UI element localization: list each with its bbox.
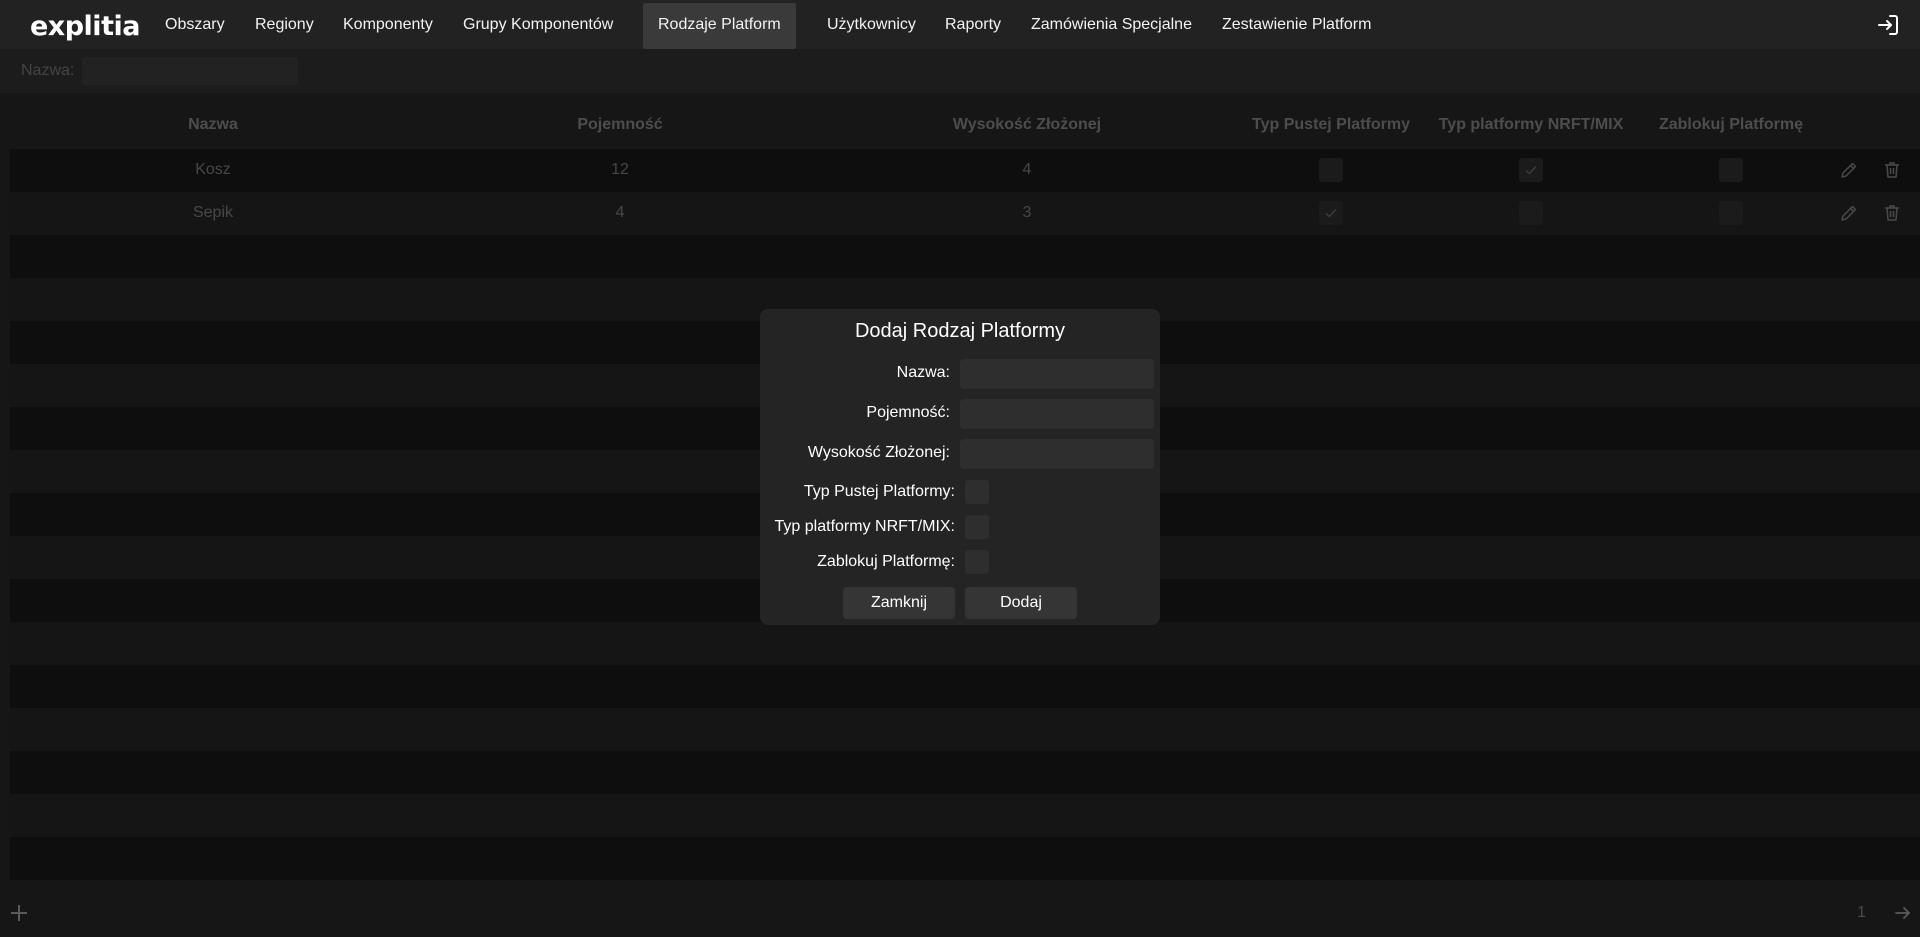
nrft-mix-label: Typ platformy NRFT/MIX:	[774, 518, 955, 535]
close-button[interactable]: Zamknij	[843, 587, 955, 619]
nav-item-grupy-komponentow[interactable]: Grupy Komponentów	[448, 0, 628, 49]
locked-checkbox[interactable]	[1719, 201, 1743, 225]
filter-name-input[interactable]	[82, 57, 298, 85]
cell-capacity: 12	[611, 161, 629, 178]
column-header-typ-pustej[interactable]: Typ Pustej Platformy	[1252, 116, 1410, 134]
column-header-zablokuj[interactable]: Zablokuj Platformę	[1659, 116, 1803, 134]
name-input[interactable]	[960, 359, 1154, 389]
empty-row	[10, 708, 1920, 751]
table-row[interactable]: Sepik 4 3	[10, 192, 1920, 235]
arrow-right-icon[interactable]	[1893, 903, 1913, 923]
nav-item-zamowienia-specjalne[interactable]: Zamówienia Specjalne	[1016, 0, 1207, 49]
column-header-wysokosc[interactable]: Wysokość Złożonej	[953, 116, 1101, 134]
empty-type-checkbox[interactable]	[1319, 158, 1343, 182]
logout-icon[interactable]	[1876, 13, 1900, 37]
check-icon	[1325, 209, 1337, 218]
delete-icon[interactable]	[1882, 160, 1902, 180]
dialog-title: Dodaj Rodzaj Platformy	[854, 320, 1066, 342]
filter-name-label: Nazwa:	[21, 62, 75, 79]
height-label: Wysokość Złożonej:	[807, 444, 950, 461]
add-button[interactable]: Dodaj	[965, 587, 1077, 619]
cell-height: 4	[1022, 161, 1032, 178]
capacity-label: Pojemność:	[866, 404, 950, 421]
locked-label: Zablokuj Platformę:	[817, 553, 955, 570]
empty-type-label: Typ Pustej Platformy:	[803, 483, 955, 500]
nav-item-raporty[interactable]: Raporty	[930, 0, 1016, 49]
table-header: Nazwa Pojemność Wysokość Złożonej Typ Pu…	[10, 93, 1910, 149]
nav-item-uzytkownicy[interactable]: Użytkownicy	[812, 0, 931, 49]
page-number[interactable]: 1	[1857, 904, 1866, 922]
locked-checkbox[interactable]	[1719, 158, 1743, 182]
nrft-mix-checkbox[interactable]	[1519, 201, 1543, 225]
add-platform-type-dialog: Dodaj Rodzaj Platformy Nazwa: Pojemność:…	[760, 309, 1160, 625]
locked-checkbox[interactable]	[965, 550, 989, 574]
nav-item-zestawienie-platform[interactable]: Zestawienie Platform	[1207, 0, 1386, 49]
nrft-mix-checkbox[interactable]	[1519, 158, 1543, 182]
empty-row	[10, 665, 1920, 708]
height-input[interactable]	[960, 439, 1154, 469]
empty-row	[10, 837, 1920, 880]
nrft-mix-checkbox[interactable]	[965, 515, 989, 539]
top-navbar: explitia Obszary Regiony Komponenty Grup…	[0, 0, 1920, 49]
edit-icon[interactable]	[1839, 160, 1859, 180]
logo[interactable]: explitia	[30, 11, 140, 42]
nav-item-komponenty[interactable]: Komponenty	[328, 0, 448, 49]
empty-row	[10, 794, 1920, 837]
empty-type-checkbox[interactable]	[965, 480, 989, 504]
nav-item-rodzaje-platform[interactable]: Rodzaje Platform	[643, 3, 796, 49]
filter-bar: Nazwa:	[0, 49, 1920, 93]
edit-icon[interactable]	[1839, 203, 1859, 223]
empty-row	[10, 235, 1920, 278]
column-header-nrft-mix[interactable]: Typ platformy NRFT/MIX	[1439, 116, 1624, 134]
cell-capacity: 4	[615, 204, 625, 221]
empty-type-checkbox[interactable]	[1319, 201, 1343, 225]
check-icon	[1525, 166, 1537, 175]
column-header-pojemnosc[interactable]: Pojemność	[577, 116, 662, 134]
delete-icon[interactable]	[1882, 203, 1902, 223]
empty-row	[10, 751, 1920, 794]
empty-row	[10, 622, 1920, 665]
nav-item-obszary[interactable]: Obszary	[150, 0, 240, 49]
nav-item-regiony[interactable]: Regiony	[240, 0, 329, 49]
cell-height: 3	[1022, 204, 1032, 221]
column-header-nazwa[interactable]: Nazwa	[188, 116, 238, 134]
add-icon[interactable]	[8, 902, 30, 924]
name-label: Nazwa:	[896, 364, 950, 381]
table-row[interactable]: Kosz 12 4	[10, 149, 1920, 192]
cell-name: Sepik	[192, 204, 234, 221]
capacity-input[interactable]	[960, 399, 1154, 429]
cell-name: Kosz	[195, 161, 231, 178]
